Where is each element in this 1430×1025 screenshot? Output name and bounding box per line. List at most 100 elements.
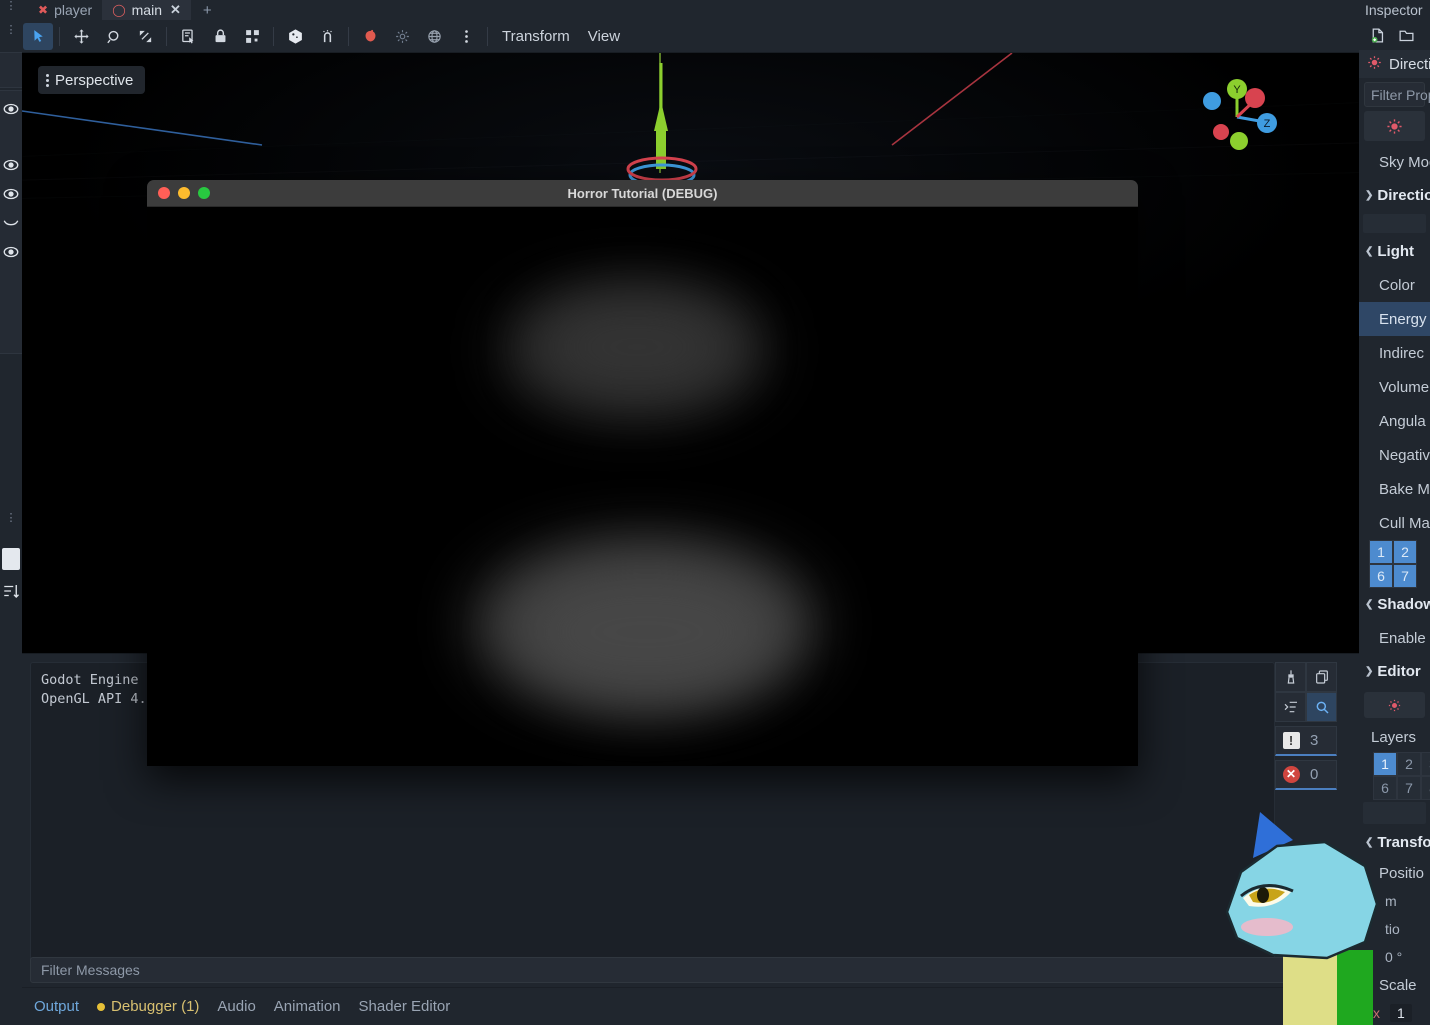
lock-button[interactable] <box>205 23 235 50</box>
bottom-dock-tabs[interactable]: Output Debugger (1) Audio Animation Shad… <box>22 987 1359 1025</box>
viewport-toolbar[interactable]: Transform View <box>22 20 1359 53</box>
more-options-button[interactable] <box>451 23 481 50</box>
property-value-row[interactable] <box>1363 214 1426 233</box>
property-indirect-energy[interactable]: Indirec <box>1359 336 1430 370</box>
color-swatch[interactable] <box>2 548 20 570</box>
scene-tab-bar[interactable]: ⋮ ✖ player ◯ main ✕ + <box>0 0 1359 20</box>
editor-icon-preview[interactable] <box>1364 692 1425 718</box>
property-value-row[interactable] <box>1363 802 1426 824</box>
visibility-eye-icon[interactable] <box>2 243 20 261</box>
layer-bit-3[interactable]: 3 <box>1421 752 1430 776</box>
perspective-menu-button[interactable]: Perspective <box>38 66 145 94</box>
game-window-titlebar[interactable]: Horror Tutorial (DEBUG) <box>147 180 1138 207</box>
section-transform[interactable]: ❮ Transfo <box>1359 826 1430 859</box>
visibility-eye-icon[interactable] <box>2 185 20 203</box>
visibility-eye-icon[interactable] <box>2 100 20 118</box>
layer-bit-1[interactable]: 1 <box>1373 752 1397 776</box>
local-space-button[interactable] <box>280 23 310 50</box>
layers-grid-row1[interactable]: 1 2 3 <box>1373 752 1430 776</box>
section-shadow[interactable]: ❮ Shadow <box>1359 588 1430 621</box>
cull-mask-bit-6[interactable]: 6 <box>1369 564 1393 588</box>
search-output-button[interactable] <box>1306 692 1337 722</box>
inspector-toolbar[interactable] <box>1359 20 1430 50</box>
cull-mask-bit-1[interactable]: 1 <box>1369 540 1393 564</box>
layers-grid-row2[interactable]: 6 7 8 <box>1373 776 1430 800</box>
cull-mask-grid[interactable]: 1 2 <box>1369 540 1430 564</box>
move-mode-button[interactable] <box>66 23 96 50</box>
select-mode-button[interactable] <box>23 23 53 50</box>
rail-handle-bottom[interactable]: ⋮ <box>4 516 18 521</box>
scale-x-field[interactable]: x 1 <box>1359 999 1430 1025</box>
property-position[interactable]: Positio <box>1359 859 1430 887</box>
new-resource-icon[interactable] <box>1369 27 1386 44</box>
axis-gizmo[interactable]: Y Z <box>1191 65 1301 175</box>
open-resource-icon[interactable] <box>1398 27 1415 44</box>
tab-debugger[interactable]: Debugger (1) <box>97 998 199 1015</box>
inspector-panel[interactable]: Inspector Directi Filter Prop Sky Mode ❯ <box>1359 0 1430 1025</box>
property-angular-distance[interactable]: Angula <box>1359 404 1430 438</box>
tab-animation[interactable]: Animation <box>274 998 341 1015</box>
scene-tab-main[interactable]: ◯ main ✕ <box>102 0 191 20</box>
property-shadow-enabled[interactable]: Enable <box>1359 621 1430 655</box>
warning-counter[interactable]: ! 3 <box>1275 726 1337 756</box>
layer-bit-8[interactable]: 8 <box>1421 776 1430 800</box>
property-shadow-enabled-label: Enable <box>1379 630 1426 647</box>
bell-icon[interactable] <box>1307 1001 1322 1019</box>
property-energy[interactable]: Energy <box>1359 302 1430 336</box>
property-layers[interactable]: Layers <box>1359 722 1430 752</box>
transform-menu-button[interactable]: Transform <box>493 24 579 49</box>
sort-options-icon[interactable] <box>2 582 20 600</box>
tab-audio[interactable]: Audio <box>217 998 255 1015</box>
inspected-node[interactable]: Directi <box>1359 50 1430 78</box>
layer-bit-7[interactable]: 7 <box>1397 776 1421 800</box>
snap-button[interactable] <box>312 23 342 50</box>
output-side-toolbar[interactable]: ! 3 ✕ 0 <box>1275 662 1337 790</box>
layer-bit-2[interactable]: 2 <box>1397 752 1421 776</box>
section-light[interactable]: ❮ Light <box>1359 235 1430 268</box>
preview-environment-button[interactable] <box>419 23 449 50</box>
rotation-degrees-row[interactable]: 0 ° <box>1359 943 1430 971</box>
game-viewport[interactable] <box>147 207 1138 766</box>
rotation-row[interactable]: tio <box>1359 915 1430 943</box>
scale-x-value[interactable]: 1 <box>1390 1004 1412 1022</box>
rail-handle-menu[interactable]: ⋮ <box>4 28 18 33</box>
group-button[interactable] <box>237 23 267 50</box>
resource-preview[interactable] <box>1364 111 1425 141</box>
copy-output-button[interactable] <box>1306 662 1337 692</box>
layer-bit-6[interactable]: 6 <box>1373 776 1397 800</box>
property-scale[interactable]: Scale <box>1359 971 1430 999</box>
curve-icon[interactable] <box>2 214 20 232</box>
section-editor[interactable]: ❯ Editor <box>1359 655 1430 688</box>
tab-output[interactable]: Output <box>34 998 79 1015</box>
clear-output-button[interactable] <box>1275 662 1306 692</box>
property-bake-mode[interactable]: Bake M <box>1359 472 1430 506</box>
property-cull-mask[interactable]: Cull Ma <box>1359 506 1430 540</box>
view-menu-button[interactable]: View <box>579 24 629 49</box>
property-color[interactable]: Color <box>1359 268 1430 302</box>
cull-mask-grid-row2[interactable]: 6 7 <box>1369 564 1430 588</box>
preview-sun-button[interactable] <box>387 23 417 50</box>
rotate-mode-button[interactable] <box>98 23 128 50</box>
tab-shader-editor[interactable]: Shader Editor <box>359 998 451 1015</box>
property-sky-mode[interactable]: Sky Mode <box>1359 145 1430 179</box>
scene-tab-player[interactable]: ✖ player <box>28 0 102 20</box>
light-blob-lower-inner <box>517 567 777 697</box>
scale-mode-button[interactable] <box>130 23 160 50</box>
cull-mask-bit-7[interactable]: 7 <box>1393 564 1417 588</box>
godot-bake-button[interactable] <box>355 23 385 50</box>
rail-handle-top[interactable]: ⋮ <box>4 4 18 9</box>
close-icon[interactable]: ✕ <box>170 2 181 18</box>
version-status[interactable]: 4.3 <box>1307 1001 1349 1019</box>
list-select-button[interactable] <box>173 23 203 50</box>
game-debug-window[interactable]: Horror Tutorial (DEBUG) <box>147 180 1138 766</box>
property-volumetric-fog-energy[interactable]: Volume <box>1359 370 1430 404</box>
section-directional[interactable]: ❯ Directio <box>1359 179 1430 212</box>
visibility-eye-icon[interactable] <box>2 156 20 174</box>
filter-messages-input[interactable]: Filter Messages <box>30 957 1351 983</box>
add-scene-button[interactable]: + <box>191 0 224 20</box>
property-negative[interactable]: Negativ <box>1359 438 1430 472</box>
error-counter[interactable]: ✕ 0 <box>1275 760 1337 790</box>
collapse-output-button[interactable] <box>1275 692 1306 722</box>
cull-mask-bit-2[interactable]: 2 <box>1393 540 1417 564</box>
filter-properties-input[interactable]: Filter Prop <box>1364 82 1425 107</box>
